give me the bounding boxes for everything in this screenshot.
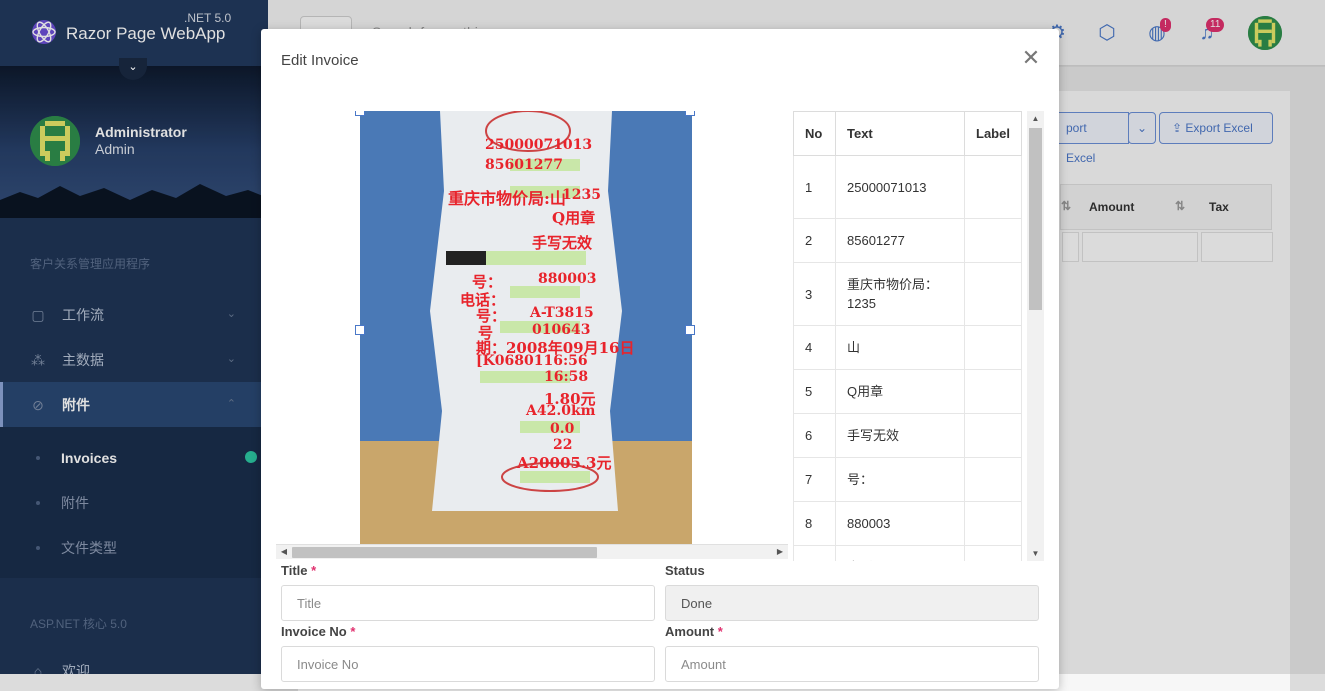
resize-handle[interactable] <box>355 111 365 116</box>
cell-no: 4 <box>793 325 836 370</box>
cell-no: 9 <box>793 545 836 561</box>
cell-no: 7 <box>793 457 836 502</box>
amount-label: Amount * <box>665 624 723 639</box>
cell-text: 电话： <box>835 545 965 561</box>
scroll-up-icon[interactable]: ▲ <box>1027 111 1044 126</box>
table-header-row: No Text Label <box>793 111 1022 156</box>
chevron-down-icon: ⌄ <box>128 61 138 73</box>
table-row[interactable]: 2 85601277 <box>793 218 1022 263</box>
modal-title: Edit Invoice <box>281 52 359 69</box>
cell-label <box>964 369 1022 414</box>
ocr-overlay-text: 880003 <box>538 271 597 287</box>
edit-invoice-modal: Edit Invoice ✕ 25000071013 85601277 重庆市物价局… <box>261 29 1059 689</box>
amount-label-text: Amount <box>665 624 715 639</box>
ocr-overlay-text: A-T3815 <box>530 305 594 321</box>
table-row[interactable]: 3 重庆市物价局：1235 <box>793 262 1022 326</box>
scrollbar-thumb[interactable] <box>292 547 597 558</box>
invoice-no-label: Invoice No * <box>281 624 355 639</box>
invoice-no-label-text: Invoice No <box>281 624 347 639</box>
required-mark: * <box>717 624 723 639</box>
cell-text: 山 <box>835 325 965 370</box>
ocr-result-table-container: No Text Label 1 25000071013 2 85601277 3 重庆市物… <box>793 111 1045 561</box>
title-label-text: Title <box>281 563 308 578</box>
invoice-image-viewer[interactable]: 25000071013 85601277 重庆市物价局:山 1235 Q用章 手写无效 号：… <box>276 111 788 561</box>
invoice-image: 25000071013 85601277 重庆市物价局:山 1235 Q用章 手写无效 号：… <box>360 111 692 544</box>
table-row[interactable]: 7 号： <box>793 457 1022 502</box>
ocr-overlay-text: 010643 <box>532 322 591 338</box>
cell-label <box>964 155 1022 219</box>
scrollbar-thumb[interactable] <box>1029 128 1042 310</box>
table-row[interactable]: 9电话： <box>793 545 1022 561</box>
cell-text: 重庆市物价局：1235 <box>835 262 965 326</box>
close-icon[interactable]: ✕ <box>1019 47 1043 71</box>
status-input <box>665 585 1039 621</box>
column-header-no[interactable]: No <box>793 111 836 156</box>
amount-input[interactable] <box>665 646 1039 682</box>
ocr-overlay-text: 重庆市物价局:山 <box>448 189 566 208</box>
cell-text: 25000071013 <box>835 155 965 219</box>
table-row[interactable]: 4山 <box>793 325 1022 370</box>
scroll-left-icon[interactable]: ◀ <box>278 546 290 558</box>
required-mark: * <box>350 624 356 639</box>
scroll-right-icon[interactable]: ▶ <box>774 546 786 558</box>
title-label: Title * <box>281 563 316 578</box>
ocr-overlay-text: [K0680116:56 <box>476 353 588 369</box>
ocr-overlay-text: Q用章 <box>552 209 596 227</box>
cell-text: 手写无效 <box>835 413 965 458</box>
cell-no: 5 <box>793 369 836 414</box>
ocr-overlay-text: 16:58 <box>544 369 589 385</box>
ocr-overlay-text: 0.0 <box>550 421 575 437</box>
ocr-overlay-text: A42.0km <box>526 403 596 419</box>
cell-label <box>964 218 1022 263</box>
cell-text: Q用章 <box>835 369 965 414</box>
cell-label <box>964 545 1022 561</box>
cell-no: 2 <box>793 218 836 263</box>
cell-no: 8 <box>793 501 836 546</box>
scroll-down-icon[interactable]: ▼ <box>1027 546 1044 561</box>
invoice-no-input[interactable] <box>281 646 655 682</box>
cell-label <box>964 262 1022 326</box>
receipt-illustration <box>360 111 692 544</box>
table-row[interactable]: 5 Q用章 <box>793 369 1022 414</box>
ocr-overlay-text: 22 <box>553 437 573 453</box>
ocr-overlay-text: 手写无效 <box>532 234 593 252</box>
required-mark: * <box>311 563 317 578</box>
table-row[interactable]: 8 880003 <box>793 501 1022 546</box>
ocr-result-table: No Text Label 1 25000071013 2 85601277 3 重庆市物… <box>793 111 1022 561</box>
column-header-text[interactable]: Text <box>835 111 965 156</box>
table-row[interactable]: 6 手写无效 <box>793 413 1022 458</box>
cell-no: 6 <box>793 413 836 458</box>
cell-label <box>964 325 1022 370</box>
resize-handle[interactable] <box>355 325 365 335</box>
cell-label <box>964 413 1022 458</box>
table-row[interactable]: 1 25000071013 <box>793 155 1022 219</box>
table-vertical-scrollbar[interactable]: ▲ ▼ <box>1027 111 1044 561</box>
cell-text: 85601277 <box>835 218 965 263</box>
title-input[interactable] <box>281 585 655 621</box>
status-label: Status <box>665 563 705 578</box>
ocr-overlay-text: A20005.3元 <box>517 454 612 472</box>
cell-label <box>964 457 1022 502</box>
cell-no: 3 <box>793 262 836 326</box>
ocr-overlay-text: 85601277 <box>485 157 563 173</box>
ocr-overlay-text: 1235 <box>562 187 601 203</box>
resize-handle[interactable] <box>685 325 695 335</box>
cell-label <box>964 501 1022 546</box>
ocr-overlay-text: 25000071013 <box>485 137 593 153</box>
cell-text: 880003 <box>835 501 965 546</box>
column-header-label[interactable]: Label <box>964 111 1022 156</box>
resize-handle[interactable] <box>685 111 695 116</box>
cell-text: 号： <box>835 457 965 502</box>
cell-no: 1 <box>793 155 836 219</box>
image-horizontal-scrollbar[interactable]: ◀ ▶ <box>276 544 788 559</box>
